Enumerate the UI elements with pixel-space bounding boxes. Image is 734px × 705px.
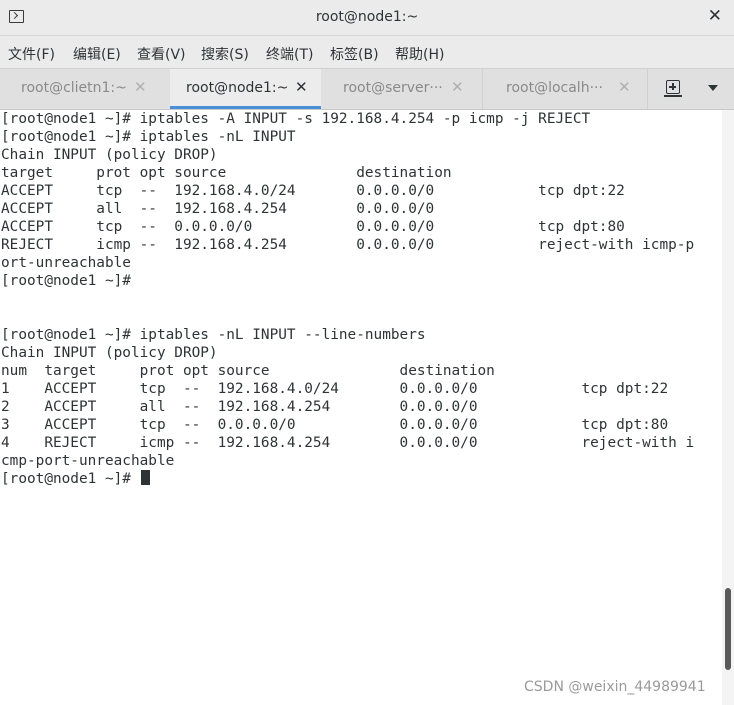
tab-root-node1[interactable]: root@node1:~ ✕ [170, 69, 321, 109]
tab-label: root@localh··· [506, 80, 603, 96]
tab-close-icon[interactable]: ✕ [295, 78, 308, 96]
terminal-line: [root@node1 ~]# [1, 273, 131, 289]
menu-edit[interactable]: 编辑(E) [73, 44, 121, 64]
watermark: CSDN @weixin_44989941 [524, 679, 706, 695]
menu-file[interactable]: 文件(F) [8, 44, 55, 64]
tab-bar: root@clietn1:~ ✕ root@node1:~ ✕ root@ser… [0, 68, 734, 110]
terminal-line: cmp-port-unreachable [1, 453, 175, 469]
tab-separator [647, 69, 648, 109]
new-tab-icon-base [664, 95, 682, 97]
tab-label: root@server··· [343, 80, 443, 96]
chevron-down-icon[interactable] [708, 85, 718, 91]
terminal-line: Chain INPUT (policy DROP) [1, 345, 218, 361]
menu-help[interactable]: 帮助(H) [395, 44, 444, 64]
window-close-button[interactable]: ✕ [708, 6, 722, 26]
menu-terminal[interactable]: 终端(T) [266, 44, 313, 64]
new-tab-icon[interactable] [666, 80, 680, 94]
terminal-line: 4 REJECT icmp -- 192.168.4.254 0.0.0.0/0… [1, 435, 695, 451]
tab-root-clietn1[interactable]: root@clietn1:~ ✕ [0, 69, 170, 109]
menu-bar: 文件(F) 编辑(E) 查看(V) 搜索(S) 终端(T) 标签(B) 帮助(H… [0, 36, 734, 68]
terminal-line: REJECT icmp -- 192.168.4.254 0.0.0.0/0 r… [1, 237, 695, 253]
tab-root-localhost[interactable]: root@localh··· ✕ [483, 69, 647, 109]
title-bar: root@node1:~ ✕ [0, 0, 734, 36]
terminal-line: [root@node1 ~]# iptables -nL INPUT [1, 129, 296, 145]
terminal-line: 3 ACCEPT tcp -- 0.0.0.0/0 0.0.0.0/0 tcp … [1, 417, 669, 433]
terminal-output[interactable]: [root@node1 ~]# iptables -A INPUT -s 192… [0, 110, 722, 705]
terminal-line: Chain INPUT (policy DROP) [1, 147, 218, 163]
terminal-line: ort-unreachable [1, 255, 131, 271]
terminal-line: ACCEPT tcp -- 192.168.4.0/24 0.0.0.0/0 t… [1, 183, 625, 199]
terminal-line: ACCEPT all -- 192.168.4.254 0.0.0.0/0 [1, 201, 435, 217]
terminal-scrollbar[interactable] [722, 110, 734, 705]
terminal-line: ACCEPT tcp -- 0.0.0.0/0 0.0.0.0/0 tcp dp… [1, 219, 625, 235]
text-cursor [140, 470, 150, 485]
terminal-line: num target prot opt source destination [1, 363, 495, 379]
menu-view[interactable]: 查看(V) [137, 44, 186, 64]
menu-search[interactable]: 搜索(S) [201, 44, 249, 64]
terminal-line: [root@node1 ~]# iptables -nL INPUT --lin… [1, 327, 426, 343]
tab-label: root@node1:~ [186, 80, 289, 96]
terminal-line: 1 ACCEPT tcp -- 192.168.4.0/24 0.0.0.0/0… [1, 381, 669, 397]
terminal-prompt-line: [root@node1 ~]# [1, 470, 150, 488]
terminal-line: 2 ACCEPT all -- 192.168.4.254 0.0.0.0/0 [1, 399, 478, 415]
tab-close-icon[interactable]: ✕ [451, 78, 464, 96]
scrollbar-thumb[interactable] [725, 588, 731, 670]
tab-root-server[interactable]: root@server··· ✕ [321, 69, 482, 109]
window-title: root@node1:~ [315, 9, 419, 25]
tab-close-icon[interactable]: ✕ [618, 78, 631, 96]
terminal-line: [root@node1 ~]# iptables -A INPUT -s 192… [1, 111, 591, 127]
tab-label: root@clietn1:~ [21, 80, 127, 96]
terminal-line: target prot opt source destination [1, 165, 452, 181]
terminal-prompt: [root@node1 ~]# [1, 471, 140, 487]
menu-tabs[interactable]: 标签(B) [330, 44, 379, 64]
tab-close-icon[interactable]: ✕ [134, 78, 147, 96]
